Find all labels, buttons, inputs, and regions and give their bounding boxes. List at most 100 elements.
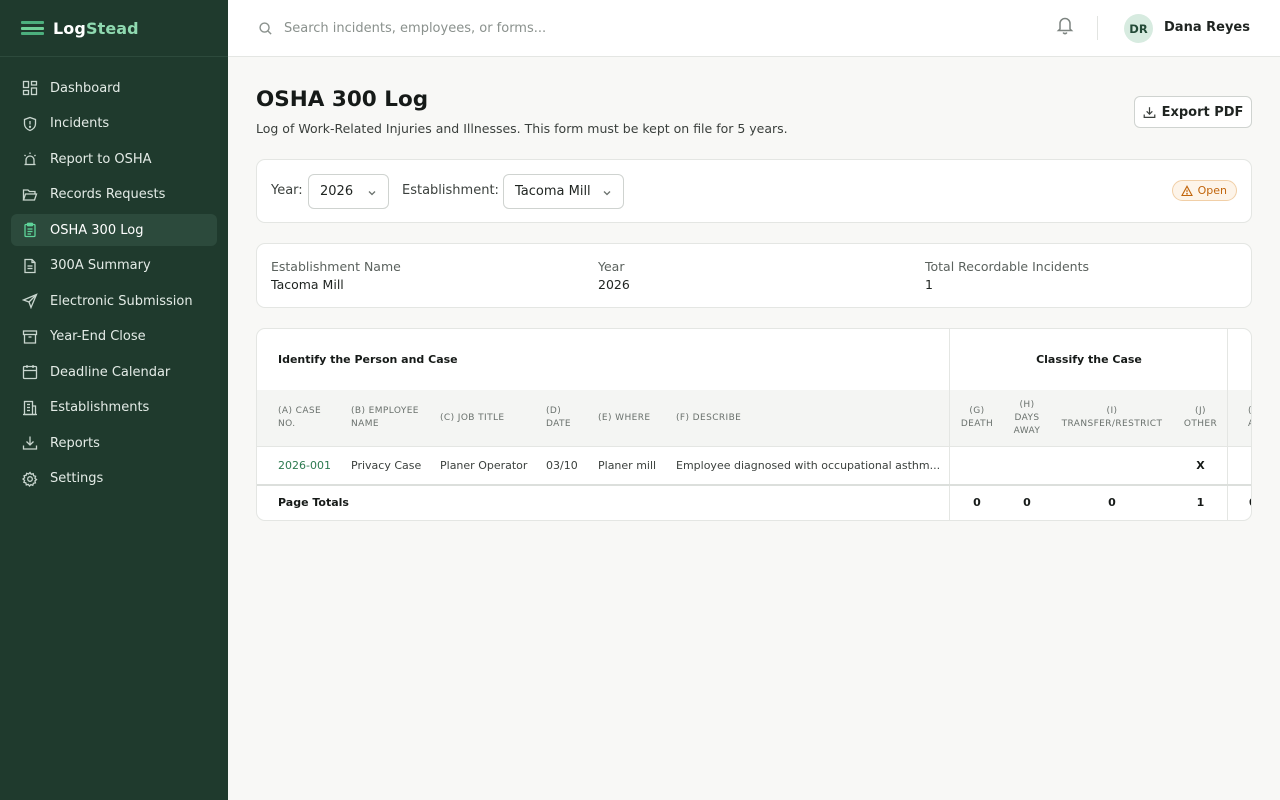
col-header-line: Date [546, 419, 572, 429]
col-header-line: Away [1013, 426, 1041, 436]
file-text-icon [24, 258, 36, 273]
folder-open-icon [22, 188, 38, 201]
sidebar-item-year-end-close[interactable]: Year-End Close [11, 321, 217, 353]
col-header-line: (G) [969, 406, 985, 416]
col-header-transfer-restrict[interactable]: (I) Transfer/Restrict [1050, 405, 1174, 431]
info-establishment-name: Establishment Name Tacoma Mill [271, 259, 401, 292]
export-pdf-label: Export PDF [1161, 104, 1244, 120]
col-header-line: No. [278, 419, 296, 429]
download-icon [22, 436, 38, 450]
col-header-next[interactable]: (K Aw [1248, 405, 1252, 431]
status-badge-label: Open [1197, 184, 1227, 197]
col-header-case-no[interactable]: (A) Case No. [278, 405, 321, 431]
sidebar-item-report-to-osha[interactable]: Report to OSHA [11, 143, 217, 175]
export-pdf-button[interactable]: Export PDF [1134, 96, 1252, 128]
info-value: 2026 [598, 277, 630, 292]
col-header-line: (I) [1106, 406, 1118, 416]
sidebar-item-label: 300A Summary [50, 258, 151, 273]
sidebar-item-label: Report to OSHA [50, 151, 152, 167]
col-header-line: (E) Where [598, 413, 651, 423]
col-header-death[interactable]: (G) Death [950, 405, 1004, 431]
col-header-where[interactable]: (E) Where [598, 412, 650, 425]
sidebar: LogStead Dashboard Incidents Report to O… [0, 0, 228, 800]
download-icon [1143, 106, 1155, 118]
sidebar-item-label: Incidents [50, 116, 110, 131]
cell-describe: Employee diagnosed with occupational ast… [676, 459, 941, 472]
col-header-line: Name [351, 419, 379, 429]
cell-employee: Privacy Case [351, 459, 422, 472]
sidebar-item-300a-summary[interactable]: 300A Summary [11, 250, 217, 282]
sidebar-item-reports[interactable]: Reports [11, 427, 217, 459]
chevron-down-icon [368, 191, 376, 196]
sidebar-item-label: Records Requests [50, 187, 166, 202]
col-header-line: (A) Case [278, 406, 322, 416]
col-header-other[interactable]: (J) Other [1174, 405, 1227, 431]
gear-icon [22, 470, 38, 487]
col-header-days-away[interactable]: (H) Days Away [1004, 399, 1050, 438]
sidebar-item-label: Establishments [50, 400, 150, 415]
cell-where: Planer mill [598, 459, 657, 472]
establishment-info-card: Establishment Name Tacoma Mill Year 2026… [256, 243, 1252, 308]
search-input[interactable] [284, 16, 804, 40]
cell-date: 03/10 [546, 459, 578, 472]
sidebar-item-osha-300-log[interactable]: OSHA 300 Log [11, 214, 217, 246]
warning-triangle-icon [1180, 184, 1193, 196]
col-header-line: Death [960, 419, 994, 429]
col-header-line: (K [1248, 406, 1252, 416]
status-badge: Open [1171, 180, 1237, 201]
brand-name: LogStead [53, 19, 139, 38]
cell-job-title: Planer Operator [440, 459, 528, 472]
logo-icon [21, 21, 44, 35]
topbar: DR Dana Reyes [228, 0, 1280, 57]
totals-days-away: 0 [1023, 496, 1031, 509]
sidebar-item-incidents[interactable]: Incidents [11, 108, 217, 140]
sidebar-item-records-requests[interactable]: Records Requests [11, 179, 217, 211]
col-header-date[interactable]: (D) Date [546, 405, 571, 431]
brand-name-part1: Log [53, 18, 86, 38]
totals-label: Page Totals [278, 496, 349, 509]
chevron-down-icon [603, 191, 611, 196]
group-header-identify: Identify the Person and Case [278, 353, 458, 366]
column-header-row: (A) Case No. (B) Employee Name (C) Job Tit… [257, 390, 1252, 447]
bell-icon[interactable] [1055, 14, 1075, 36]
col-header-line: Transfer/Restrict [1061, 419, 1163, 429]
cell-case-no[interactable]: 2026-001 [278, 459, 331, 472]
sidebar-item-dashboard[interactable]: Dashboard [11, 72, 217, 104]
col-header-line: Aw [1248, 418, 1251, 431]
totals-divider [257, 484, 1251, 486]
brand[interactable]: LogStead [0, 0, 228, 57]
sidebar-item-settings[interactable]: Settings [11, 463, 217, 495]
shield-alert-icon [23, 116, 37, 131]
filter-bar: Year: 2026 Establishment: Tacoma Mill Op… [256, 159, 1252, 223]
calendar-icon [22, 365, 38, 380]
year-select[interactable]: 2026 [308, 174, 389, 209]
sidebar-nav: Dashboard Incidents Report to OSHA Recor… [0, 57, 228, 495]
totals-transfer: 0 [1108, 496, 1116, 509]
sidebar-item-label: Settings [50, 471, 104, 486]
sidebar-item-deadline-calendar[interactable]: Deadline Calendar [11, 356, 217, 388]
col-header-line: Days [1014, 413, 1040, 423]
sidebar-item-electronic-submission[interactable]: Electronic Submission [11, 285, 217, 317]
page-subtitle: Log of Work-Related Injuries and Illness… [256, 121, 788, 136]
col-header-employee[interactable]: (B) Employee Name [351, 405, 419, 431]
col-header-line: Other [1183, 419, 1218, 429]
info-total-recordable: Total Recordable Incidents 1 [925, 259, 1089, 292]
col-header-line: (B) Employee [351, 406, 419, 416]
user-name[interactable]: Dana Reyes [1164, 20, 1250, 35]
sidebar-item-label: Reports [50, 435, 100, 451]
info-label: Total Recordable Incidents [925, 259, 1090, 274]
establishment-select-value: Tacoma Mill [515, 184, 591, 199]
topbar-divider [1097, 16, 1098, 40]
sidebar-item-establishments[interactable]: Establishments [11, 392, 217, 424]
column-divider [1227, 329, 1228, 520]
avatar[interactable]: DR [1124, 14, 1153, 43]
establishment-label: Establishment: [402, 183, 499, 198]
col-header-job-title[interactable]: (C) Job Title [440, 412, 505, 425]
col-header-line: (F) Describe [676, 413, 742, 423]
archive-icon [22, 329, 38, 344]
sidebar-item-label: Deadline Calendar [50, 364, 171, 380]
clipboard-list-icon [24, 222, 36, 238]
col-header-describe[interactable]: (F) Describe [676, 412, 741, 425]
col-header-line: (D) [546, 406, 562, 416]
establishment-select[interactable]: Tacoma Mill [503, 174, 624, 209]
